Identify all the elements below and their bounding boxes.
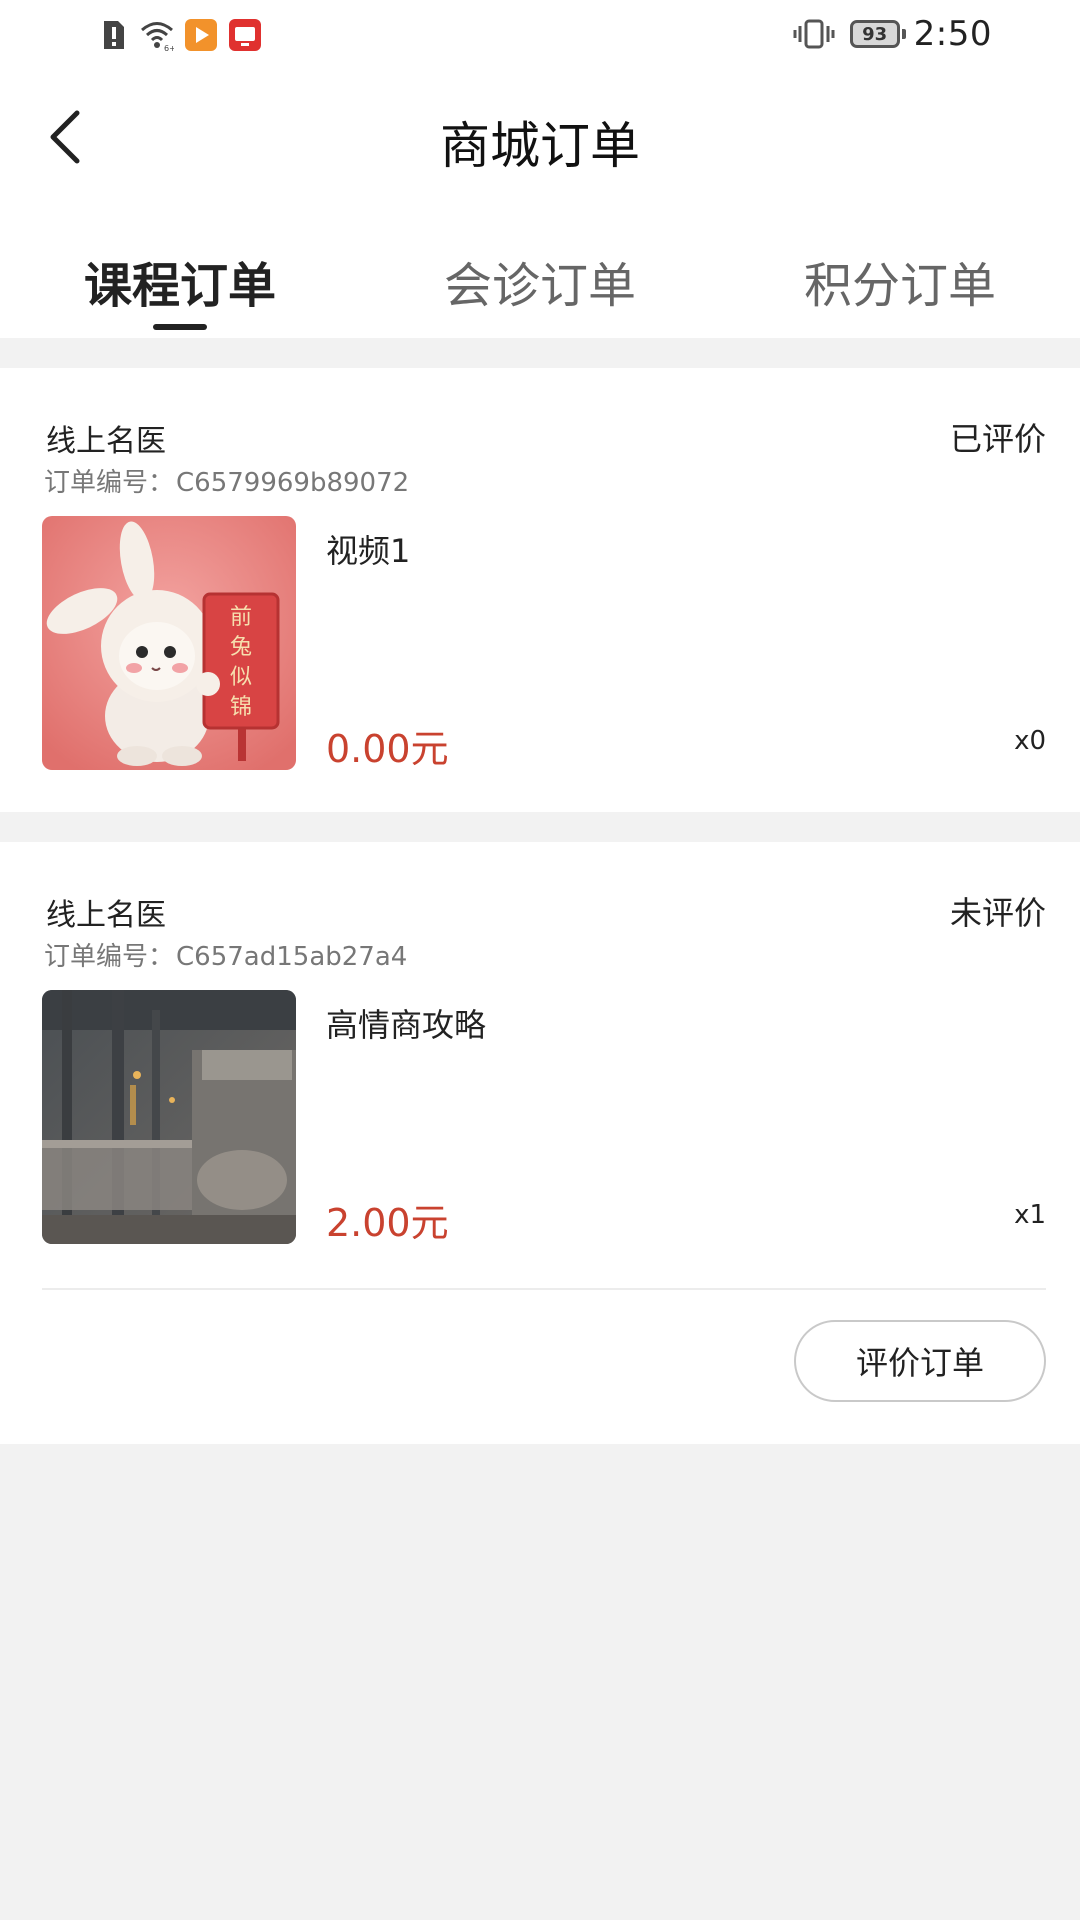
order-card[interactable]: 线上名医 未评价 订单编号：C657ad15ab27a4 高情商攻略 2.00元…	[0, 842, 1080, 1444]
tab-label: 会诊订单	[443, 258, 636, 314]
nav-bar: 商城订单	[0, 76, 1080, 206]
sim-alert-icon	[104, 21, 124, 49]
product-quantity: x0	[1014, 726, 1046, 756]
tab-label: 积分订单	[803, 258, 996, 314]
sign-char-4: 锦	[230, 695, 252, 720]
order-number: 订单编号：C6579969b89072	[44, 462, 409, 499]
review-order-button[interactable]: 评价订单	[794, 1320, 1046, 1402]
bunny-sign-illustration: 前 兔 似 锦	[42, 516, 296, 770]
tab-points-orders[interactable]: 积分订单	[720, 206, 1080, 338]
status-icons-left: 6+	[96, 18, 262, 52]
svg-text:6+: 6+	[164, 44, 174, 52]
shop-name: 线上名医	[46, 424, 166, 459]
sign-char-2: 兔	[230, 635, 252, 660]
order-number-value: C657ad15ab27a4	[176, 942, 408, 972]
order-card[interactable]: 线上名医 已评价 订单编号：C6579969b89072 前 兔 似 锦 视频1…	[0, 368, 1080, 812]
tab-label: 课程订单	[83, 258, 276, 314]
product-name: 高情商攻略	[326, 1006, 487, 1044]
tab-consultation-orders[interactable]: 会诊订单	[360, 206, 720, 338]
card-divider	[42, 1288, 1046, 1290]
active-tab-indicator	[153, 324, 207, 330]
product-price: 0.00元	[326, 727, 449, 771]
product-thumbnail[interactable]: 前 兔 似 锦	[42, 516, 296, 770]
order-number-label: 订单编号：	[44, 942, 175, 972]
battery-icon: 93	[849, 20, 906, 48]
order-status: 未评价	[949, 894, 1046, 932]
vibrate-icon	[793, 19, 835, 49]
order-number: 订单编号：C657ad15ab27a4	[44, 936, 407, 973]
order-type-tabs: 课程订单 会诊订单 积分订单	[0, 206, 1080, 338]
sign-char-3: 似	[230, 665, 252, 690]
shop-name: 线上名医	[46, 898, 166, 933]
industrial-photo	[42, 990, 296, 1244]
order-number-label: 订单编号：	[44, 468, 175, 498]
product-price: 2.00元	[326, 1201, 449, 1245]
battery-level: 93	[862, 23, 888, 45]
product-name: 视频1	[326, 532, 411, 570]
sign-char-1: 前	[230, 605, 252, 630]
wifi-icon: 6+	[141, 22, 174, 52]
status-bar: 6+ 93 2:50	[0, 0, 1080, 76]
video-app-icon	[185, 19, 217, 51]
product-quantity: x1	[1014, 1200, 1046, 1230]
clock: 2:50	[913, 14, 992, 54]
order-status: 已评价	[949, 420, 1046, 458]
page-title: 商城订单	[440, 117, 640, 175]
product-thumbnail[interactable]	[42, 990, 296, 1244]
order-number-value: C6579969b89072	[176, 468, 410, 498]
tv-app-icon	[229, 19, 261, 51]
status-icons-right: 93 2:50	[792, 14, 992, 54]
tab-course-orders[interactable]: 课程订单	[0, 206, 360, 338]
